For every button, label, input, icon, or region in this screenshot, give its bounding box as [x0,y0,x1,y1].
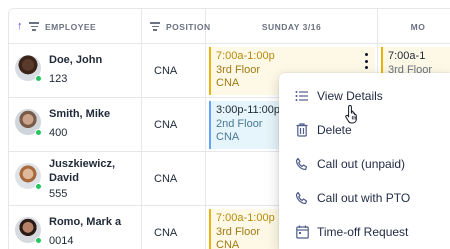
avatar [15,109,42,136]
more-options-icon[interactable] [361,53,371,69]
employee-column-header[interactable]: ↑ EMPLOYEE [9,9,142,44]
menu-item-label: Time-off Request [317,225,409,239]
phone-icon [295,157,309,171]
employee-id: 123 [49,73,68,85]
employee-name: Doe, John [49,54,103,66]
menu-item-label: Call out with PTO [317,191,411,205]
employee-id: 400 [49,127,68,139]
avatar [15,217,42,244]
menu-item-call-out-unpaid[interactable]: Call out (unpaid) [279,147,450,181]
position-value: CNA [154,227,178,239]
schedule-screen: ↑ EMPLOYEE POSITION SUNDAY 3/16 MO Doe, … [0,0,450,249]
position-cell: CNA [142,98,206,152]
employee-id: 0014 [49,235,74,247]
sort-arrow-icon[interactable]: ↑ [17,21,23,32]
shift-time: 7:00a-1:00p [216,50,275,62]
menu-item-label: View Details [317,89,383,103]
employee-id: 555 [49,188,68,200]
grid-header: ↑ EMPLOYEE POSITION SUNDAY 3/16 MO [9,9,450,44]
online-status-icon [35,183,42,190]
menu-item-label: Call out (unpaid) [317,157,406,171]
trash-icon [295,123,309,137]
menu-item-time-off-request[interactable]: Time-off Request [279,215,450,249]
day-column-header: SUNDAY 3/16 [206,9,378,44]
day-header-label: SUNDAY 3/16 [261,21,322,32]
filter-icon[interactable] [150,20,160,32]
employee-name: Romo, Mark a [49,216,122,228]
filter-icon[interactable] [29,20,39,32]
employee-name: David [49,172,79,184]
phone-icon [295,191,309,205]
position-value: CNA [154,173,178,185]
employee-cell[interactable]: Smith, Mike 400 [9,98,142,152]
menu-item-label: Delete [317,123,352,137]
employee-name: Smith, Mike [49,108,111,120]
shift-time: 7:00a-1 [388,50,426,62]
menu-item-view-details[interactable]: View Details [279,79,450,113]
position-value: CNA [154,119,178,131]
position-cell: CNA [142,206,206,249]
position-column-header[interactable]: POSITION [142,9,210,44]
employee-cell[interactable]: Juszkiewicz, David 555 [9,152,142,206]
online-status-icon [35,75,42,82]
calendar-icon [295,225,309,239]
position-cell: CNA [142,44,206,98]
menu-item-call-out-pto[interactable]: Call out with PTO [279,181,450,215]
next-day-column-header: MO [378,9,450,44]
next-day-header-label: MO [410,21,426,32]
avatar [15,163,42,190]
shift-context-menu: View Details Delete Call out (unpaid) Ca… [279,73,450,249]
employee-cell[interactable]: Romo, Mark a 0014 [9,206,142,249]
position-cell: CNA [142,152,206,206]
online-status-icon [35,129,42,136]
position-value: CNA [154,65,178,77]
hand-cursor-icon [345,104,361,124]
employee-header-label: EMPLOYEE [45,21,97,32]
menu-item-delete[interactable]: Delete [279,113,450,147]
employee-name: Juszkiewicz, [49,158,116,170]
list-icon [295,89,309,103]
employee-cell[interactable]: Doe, John 123 [9,44,142,98]
avatar [15,55,42,82]
online-status-icon [35,237,42,244]
position-header-label: POSITION [166,21,211,32]
